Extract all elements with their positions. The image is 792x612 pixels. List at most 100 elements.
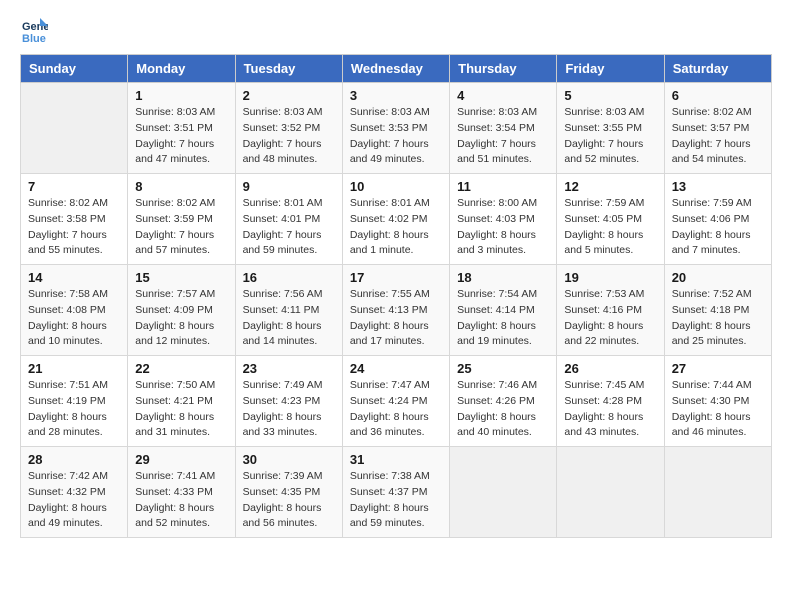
day-number: 6: [672, 88, 764, 103]
day-cell: [21, 83, 128, 174]
day-cell: 3 Sunrise: 8:03 AMSunset: 3:53 PMDaylight…: [342, 83, 449, 174]
day-number: 19: [564, 270, 656, 285]
day-cell: 26 Sunrise: 7:45 AMSunset: 4:28 PMDayligh…: [557, 356, 664, 447]
header-row: SundayMondayTuesdayWednesdayThursdayFrid…: [21, 55, 772, 83]
header-cell-tuesday: Tuesday: [235, 55, 342, 83]
header-cell-wednesday: Wednesday: [342, 55, 449, 83]
day-cell: 24 Sunrise: 7:47 AMSunset: 4:24 PMDayligh…: [342, 356, 449, 447]
day-number: 9: [243, 179, 335, 194]
day-cell: 5 Sunrise: 8:03 AMSunset: 3:55 PMDaylight…: [557, 83, 664, 174]
day-cell: [664, 447, 771, 538]
day-number: 21: [28, 361, 120, 376]
day-info: Sunrise: 7:38 AMSunset: 4:37 PMDaylight:…: [350, 469, 442, 532]
day-cell: 16Sunrise: 7:56 AMSunset: 4:11 PMDayligh…: [235, 265, 342, 356]
day-cell: 27 Sunrise: 7:44 AMSunset: 4:30 PMDayligh…: [664, 356, 771, 447]
header-cell-monday: Monday: [128, 55, 235, 83]
day-number: 15: [135, 270, 227, 285]
day-info: Sunrise: 7:44 AMSunset: 4:30 PMDaylight:…: [672, 378, 764, 441]
day-number: 23: [243, 361, 335, 376]
day-info: Sunrise: 8:02 AMSunset: 3:58 PMDaylight:…: [28, 196, 120, 259]
day-number: 18: [457, 270, 549, 285]
day-cell: 2 Sunrise: 8:03 AMSunset: 3:52 PMDaylight…: [235, 83, 342, 174]
day-number: 1: [135, 88, 227, 103]
day-info: Sunrise: 7:41 AMSunset: 4:33 PMDaylight:…: [135, 469, 227, 532]
day-cell: 20Sunrise: 7:52 AMSunset: 4:18 PMDayligh…: [664, 265, 771, 356]
day-number: 10: [350, 179, 442, 194]
logo-icon: General Blue: [20, 16, 48, 44]
day-number: 7: [28, 179, 120, 194]
day-number: 17: [350, 270, 442, 285]
day-number: 20: [672, 270, 764, 285]
day-cell: 31 Sunrise: 7:38 AMSunset: 4:37 PMDayligh…: [342, 447, 449, 538]
day-number: 22: [135, 361, 227, 376]
page-header: General Blue: [20, 16, 772, 44]
day-info: Sunrise: 8:01 AMSunset: 4:02 PMDaylight:…: [350, 196, 442, 259]
day-number: 5: [564, 88, 656, 103]
day-cell: 8 Sunrise: 8:02 AMSunset: 3:59 PMDaylight…: [128, 174, 235, 265]
day-info: Sunrise: 8:02 AMSunset: 3:57 PMDaylight:…: [672, 105, 764, 168]
day-number: 31: [350, 452, 442, 467]
day-info: Sunrise: 7:45 AMSunset: 4:28 PMDaylight:…: [564, 378, 656, 441]
day-info: Sunrise: 8:03 AMSunset: 3:51 PMDaylight:…: [135, 105, 227, 168]
day-cell: 25Sunrise: 7:46 AMSunset: 4:26 PMDayligh…: [450, 356, 557, 447]
week-row-2: 7 Sunrise: 8:02 AMSunset: 3:58 PMDaylight…: [21, 174, 772, 265]
day-cell: 14 Sunrise: 7:58 AMSunset: 4:08 PMDayligh…: [21, 265, 128, 356]
day-number: 3: [350, 88, 442, 103]
day-cell: 10 Sunrise: 8:01 AMSunset: 4:02 PMDayligh…: [342, 174, 449, 265]
day-info: Sunrise: 7:57 AMSunset: 4:09 PMDaylight:…: [135, 287, 227, 350]
day-info: Sunrise: 7:59 AMSunset: 4:05 PMDaylight:…: [564, 196, 656, 259]
day-number: 16: [243, 270, 335, 285]
day-info: Sunrise: 7:42 AMSunset: 4:32 PMDaylight:…: [28, 469, 120, 532]
day-cell: 19 Sunrise: 7:53 AMSunset: 4:16 PMDayligh…: [557, 265, 664, 356]
day-cell: 9 Sunrise: 8:01 AMSunset: 4:01 PMDaylight…: [235, 174, 342, 265]
calendar-table: SundayMondayTuesdayWednesdayThursdayFrid…: [20, 54, 772, 538]
day-cell: 7 Sunrise: 8:02 AMSunset: 3:58 PMDaylight…: [21, 174, 128, 265]
day-cell: 22 Sunrise: 7:50 AMSunset: 4:21 PMDayligh…: [128, 356, 235, 447]
day-cell: 15 Sunrise: 7:57 AMSunset: 4:09 PMDayligh…: [128, 265, 235, 356]
header-cell-saturday: Saturday: [664, 55, 771, 83]
day-info: Sunrise: 7:51 AMSunset: 4:19 PMDaylight:…: [28, 378, 120, 441]
day-number: 2: [243, 88, 335, 103]
day-cell: 6 Sunrise: 8:02 AMSunset: 3:57 PMDaylight…: [664, 83, 771, 174]
day-info: Sunrise: 7:59 AMSunset: 4:06 PMDaylight:…: [672, 196, 764, 259]
logo: General Blue: [20, 16, 52, 44]
day-info: Sunrise: 8:03 AMSunset: 3:55 PMDaylight:…: [564, 105, 656, 168]
day-cell: [450, 447, 557, 538]
day-cell: [557, 447, 664, 538]
day-number: 24: [350, 361, 442, 376]
day-info: Sunrise: 8:03 AMSunset: 3:53 PMDaylight:…: [350, 105, 442, 168]
week-row-5: 28 Sunrise: 7:42 AMSunset: 4:32 PMDayligh…: [21, 447, 772, 538]
week-row-1: 1 Sunrise: 8:03 AMSunset: 3:51 PMDaylight…: [21, 83, 772, 174]
day-cell: 17Sunrise: 7:55 AMSunset: 4:13 PMDayligh…: [342, 265, 449, 356]
day-info: Sunrise: 7:53 AMSunset: 4:16 PMDaylight:…: [564, 287, 656, 350]
day-info: Sunrise: 8:03 AMSunset: 3:52 PMDaylight:…: [243, 105, 335, 168]
day-cell: 23 Sunrise: 7:49 AMSunset: 4:23 PMDayligh…: [235, 356, 342, 447]
day-info: Sunrise: 8:03 AMSunset: 3:54 PMDaylight:…: [457, 105, 549, 168]
day-cell: 13Sunrise: 7:59 AMSunset: 4:06 PMDayligh…: [664, 174, 771, 265]
day-cell: 11Sunrise: 8:00 AMSunset: 4:03 PMDayligh…: [450, 174, 557, 265]
day-info: Sunrise: 8:01 AMSunset: 4:01 PMDaylight:…: [243, 196, 335, 259]
day-cell: 18 Sunrise: 7:54 AMSunset: 4:14 PMDayligh…: [450, 265, 557, 356]
header-cell-sunday: Sunday: [21, 55, 128, 83]
day-number: 14: [28, 270, 120, 285]
day-number: 27: [672, 361, 764, 376]
day-info: Sunrise: 7:49 AMSunset: 4:23 PMDaylight:…: [243, 378, 335, 441]
day-cell: 21 Sunrise: 7:51 AMSunset: 4:19 PMDayligh…: [21, 356, 128, 447]
day-number: 4: [457, 88, 549, 103]
day-info: Sunrise: 7:58 AMSunset: 4:08 PMDaylight:…: [28, 287, 120, 350]
day-cell: 12Sunrise: 7:59 AMSunset: 4:05 PMDayligh…: [557, 174, 664, 265]
week-row-4: 21 Sunrise: 7:51 AMSunset: 4:19 PMDayligh…: [21, 356, 772, 447]
day-info: Sunrise: 7:47 AMSunset: 4:24 PMDaylight:…: [350, 378, 442, 441]
header-cell-thursday: Thursday: [450, 55, 557, 83]
day-number: 25: [457, 361, 549, 376]
day-number: 8: [135, 179, 227, 194]
svg-text:Blue: Blue: [22, 33, 46, 44]
week-row-3: 14 Sunrise: 7:58 AMSunset: 4:08 PMDayligh…: [21, 265, 772, 356]
day-number: 26: [564, 361, 656, 376]
day-info: Sunrise: 7:54 AMSunset: 4:14 PMDaylight:…: [457, 287, 549, 350]
day-info: Sunrise: 7:50 AMSunset: 4:21 PMDaylight:…: [135, 378, 227, 441]
day-info: Sunrise: 8:02 AMSunset: 3:59 PMDaylight:…: [135, 196, 227, 259]
day-cell: 28 Sunrise: 7:42 AMSunset: 4:32 PMDayligh…: [21, 447, 128, 538]
day-cell: 29Sunrise: 7:41 AMSunset: 4:33 PMDayligh…: [128, 447, 235, 538]
day-number: 28: [28, 452, 120, 467]
